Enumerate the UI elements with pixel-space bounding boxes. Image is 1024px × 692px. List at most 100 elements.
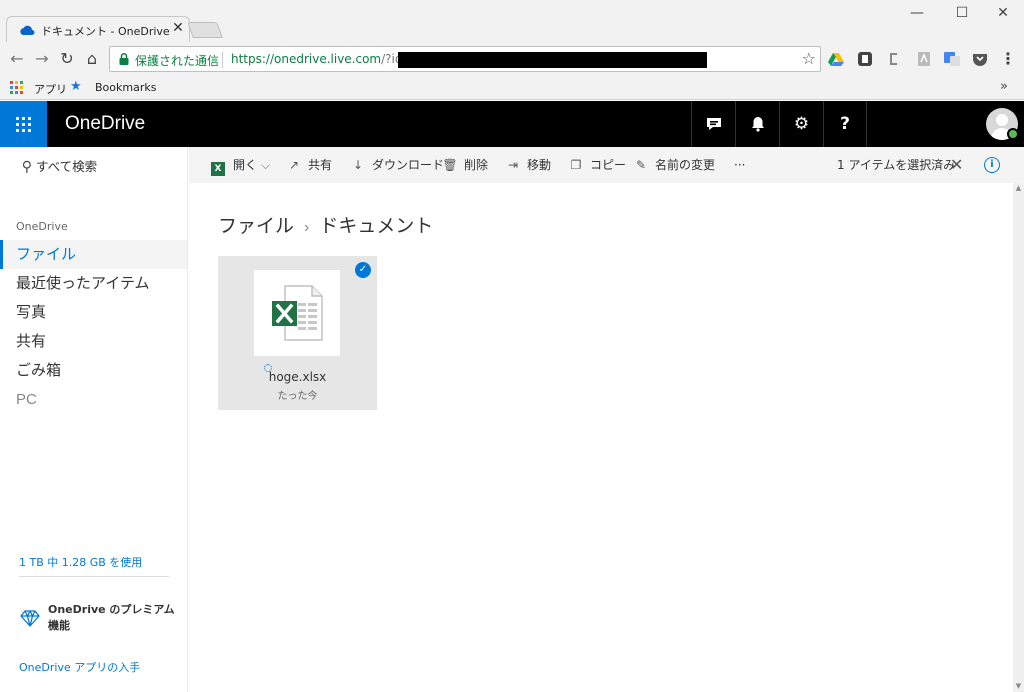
main-scrollbar[interactable]: ▲ ▼	[1013, 183, 1024, 692]
gear-icon: ⚙	[793, 114, 810, 134]
move-icon: ⇥	[507, 158, 519, 172]
move-label: 移動	[527, 158, 552, 172]
help-button[interactable]: ?	[823, 101, 867, 147]
copy-icon: ❐	[570, 158, 582, 172]
storage-usage-link[interactable]: 1 TB 中 1.28 GB を使用	[19, 554, 142, 570]
pencil-icon: ✎	[635, 158, 647, 172]
chrome-menu-icon[interactable]: ⋮	[997, 48, 1019, 70]
apps-grid-icon[interactable]	[10, 81, 23, 94]
google-drive-extension-icon[interactable]	[828, 51, 844, 67]
search-icon: ⚲	[21, 159, 32, 175]
back-icon[interactable]: ←	[6, 48, 28, 70]
shield-extension-icon[interactable]	[857, 51, 873, 67]
bell-icon	[751, 117, 764, 132]
breadcrumb-current: ドキュメント	[319, 216, 434, 237]
bookmarks-bar: アプリ ★ Bookmarks »	[0, 76, 1024, 100]
nav-item-pc[interactable]: PC	[0, 385, 187, 414]
info-pane-icon[interactable]: i	[984, 157, 1000, 173]
download-button[interactable]: ↓ ダウンロード	[350, 147, 444, 183]
chevron-down-icon: ⌵	[261, 158, 271, 172]
avatar-head	[996, 114, 1008, 126]
open-label: 開く	[233, 158, 258, 172]
nav-section-title: OneDrive	[16, 220, 68, 233]
nav-item-recent[interactable]: 最近使ったアイテム	[0, 269, 187, 298]
browser-tab[interactable]: ドキュメント - OneDrive ✕	[6, 16, 190, 43]
left-navigation: ⚲ すべて検索 OneDrive ファイル 最近使ったアイテム 写真 共有 ごみ…	[0, 147, 188, 692]
share-button[interactable]: ↗ 共有	[286, 147, 332, 183]
new-tab-button[interactable]	[187, 22, 223, 38]
secure-label: 保護された通信	[135, 54, 220, 68]
pocket-extension-icon[interactable]	[972, 51, 988, 67]
onedrive-header: OneDrive ⚙ ?	[0, 101, 1024, 147]
breadcrumb-chevron-icon: ›	[304, 219, 310, 236]
share-label: 共有	[308, 158, 333, 172]
download-label: ダウンロード	[372, 158, 445, 172]
rename-button[interactable]: ✎ 名前の変更	[633, 147, 715, 183]
address-divider	[222, 52, 223, 68]
brand-title[interactable]: OneDrive	[65, 113, 145, 135]
scroll-up-icon[interactable]: ▲	[1013, 183, 1024, 194]
diamond-icon	[20, 610, 40, 627]
rename-label: 名前の変更	[655, 158, 716, 172]
trash-icon: 🗑	[442, 158, 458, 172]
bookmarks-overflow[interactable]: »	[1000, 79, 1008, 94]
file-thumbnail	[254, 270, 340, 356]
bracket-extension-icon[interactable]	[886, 51, 902, 67]
command-bar: X 開く ⌵ ↗ 共有 ↓ ダウンロード 🗑 削除 ⇥ 移動 ❐ コピー ✎ 名前の変更 ···…	[189, 147, 1024, 183]
search-label: すべて検索	[35, 159, 98, 174]
pdf-extension-icon[interactable]	[916, 51, 932, 67]
file-tile[interactable]: ✓ hoge.xlsx たった今	[218, 256, 377, 410]
window-close-icon[interactable]: ✕	[988, 5, 1018, 21]
nav-item-recycle-bin[interactable]: ごみ箱	[0, 356, 187, 385]
maximize-icon[interactable]: ☐	[947, 5, 977, 21]
nav-item-shared[interactable]: 共有	[0, 327, 187, 356]
open-button[interactable]: X 開く ⌵	[211, 147, 270, 183]
move-button[interactable]: ⇥ 移動	[505, 147, 551, 183]
bookmarks-star-icon: ★	[70, 79, 82, 94]
chat-bubble-icon	[706, 118, 721, 130]
bookmark-star-icon[interactable]: ☆	[802, 49, 816, 68]
nav-item-photos[interactable]: 写真	[0, 298, 187, 327]
settings-button[interactable]: ⚙	[779, 101, 823, 147]
redacted-url-part	[398, 52, 707, 68]
breadcrumb: ファイル › ドキュメント	[218, 211, 433, 238]
presence-status-icon	[1007, 128, 1019, 140]
premium-features-link[interactable]: OneDrive のプレミアム機能	[48, 602, 178, 634]
apps-bookmark[interactable]: アプリ	[34, 81, 67, 97]
bookmarks-folder[interactable]: Bookmarks	[95, 81, 156, 94]
selected-check-icon[interactable]: ✓	[355, 262, 371, 278]
share-icon: ↗	[288, 158, 300, 172]
search-box[interactable]: ⚲ すべて検索	[16, 156, 97, 175]
file-name[interactable]: hoge.xlsx	[218, 370, 377, 384]
home-icon[interactable]: ⌂	[81, 48, 103, 70]
notifications-button[interactable]	[735, 101, 779, 147]
copy-label: コピー	[590, 158, 627, 172]
browser-tab-strip: ドキュメント - OneDrive ✕ — ☐ ✕	[0, 0, 1024, 43]
url-host: https://onedrive.live.com	[231, 52, 382, 66]
minimize-icon[interactable]: —	[902, 5, 932, 21]
copy-button[interactable]: ❐ コピー	[568, 147, 626, 183]
breadcrumb-root[interactable]: ファイル	[218, 216, 294, 237]
tab-close-icon[interactable]: ✕	[170, 20, 186, 36]
browser-toolbar: ← → ↻ ⌂ 保護された通信 https://onedrive.live.co…	[0, 42, 1024, 76]
feedback-button[interactable]	[691, 101, 735, 147]
lock-icon	[119, 52, 129, 65]
scroll-down-icon[interactable]: ▼	[1013, 681, 1024, 692]
app-launcher-button[interactable]	[0, 101, 47, 147]
nav-item-files[interactable]: ファイル	[0, 240, 187, 269]
delete-label: 削除	[464, 158, 489, 172]
address-bar[interactable]: 保護された通信 https://onedrive.live.com/?id= ☆	[109, 46, 821, 72]
more-commands-button[interactable]: ···	[734, 147, 745, 183]
forward-icon[interactable]: →	[31, 48, 53, 70]
translate-extension-icon[interactable]	[944, 51, 960, 67]
delete-button[interactable]: 🗑 削除	[442, 147, 488, 183]
download-icon: ↓	[352, 158, 364, 172]
file-modified: たった今	[277, 391, 318, 402]
clear-selection-icon[interactable]: ✕	[950, 147, 963, 183]
selection-count: 1 アイテムを選択済み	[837, 158, 956, 172]
excel-small-icon: X	[211, 162, 225, 176]
get-apps-link[interactable]: OneDrive アプリの入手	[19, 659, 140, 675]
help-icon: ?	[840, 114, 850, 134]
reload-icon[interactable]: ↻	[56, 48, 78, 70]
waffle-icon	[16, 117, 31, 132]
